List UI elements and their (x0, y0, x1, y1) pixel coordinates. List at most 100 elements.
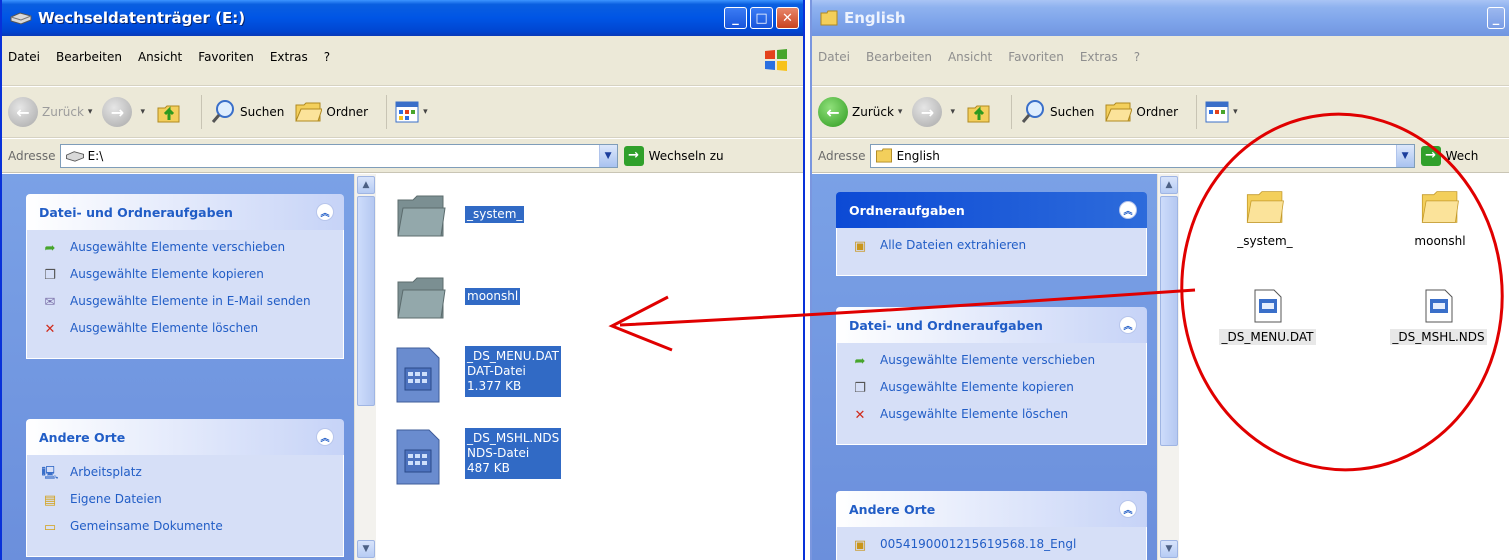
address-dropdown-button[interactable]: ▼ (1395, 144, 1414, 167)
menu-help[interactable]: ? (1134, 50, 1140, 64)
place-zip-archive[interactable]: ▣ 0054190001215619568.18_Engl (851, 537, 1136, 555)
scroll-up-button[interactable]: ▲ (1160, 176, 1178, 194)
folder-icon (1105, 102, 1133, 122)
file-item-system-folder[interactable]: _system_ (395, 192, 525, 240)
task-copy-items[interactable]: ❐ Ausgewählte Elemente kopieren (851, 380, 1136, 398)
views-button[interactable]: ▾ (395, 101, 428, 123)
close-button[interactable]: ✕ (776, 7, 799, 29)
file-size: 1.377 KB (467, 379, 522, 393)
place-my-computer[interactable]: 🖳 Arbeitsplatz (41, 465, 333, 483)
panel-title[interactable]: Ordneraufgaben ︽ (836, 192, 1147, 228)
address-input[interactable]: English ▼ (869, 143, 1415, 168)
search-button[interactable]: Suchen (1020, 99, 1094, 125)
menu-datei[interactable]: Datei (8, 50, 40, 64)
collapse-chevron-icon[interactable]: ︽ (1119, 201, 1137, 219)
folder-icon (397, 277, 446, 319)
file-type: NDS-Datei (467, 446, 530, 460)
file-item-system-folder[interactable]: _system_ (1220, 188, 1310, 248)
views-icon (1205, 101, 1229, 123)
scroll-down-button[interactable]: ▼ (1160, 540, 1178, 558)
address-input[interactable]: E:\ ▼ (59, 143, 618, 168)
address-dropdown-button[interactable]: ▼ (598, 144, 617, 167)
menu-ansicht[interactable]: Ansicht (138, 50, 182, 64)
collapse-chevron-icon[interactable]: ︽ (316, 428, 334, 446)
task-move-items[interactable]: ➦ Ausgewählte Elemente verschieben (41, 240, 333, 258)
menu-datei[interactable]: Datei (818, 50, 850, 64)
task-copy-items[interactable]: ❐ Ausgewählte Elemente kopieren (41, 267, 333, 285)
task-delete-items[interactable]: ✕ Ausgewählte Elemente löschen (41, 321, 333, 339)
file-item-ds-mshl-nds[interactable]: _DS_MSHL.NDS NDS-Datei 487 KB (395, 428, 562, 486)
task-pane-scrollbar[interactable]: ▲ ▼ (354, 174, 376, 560)
place-my-documents[interactable]: ▤ Eigene Dateien (41, 492, 333, 510)
back-button[interactable]: ← Zurück ▾ (818, 97, 902, 127)
forward-button[interactable]: → ▾ (912, 97, 955, 127)
back-button[interactable]: ← Zurück ▾ (8, 97, 92, 127)
panel-body: ▣ 0054190001215619568.18_Engl (836, 527, 1147, 560)
move-icon: ➦ (854, 354, 866, 370)
task-extract-all[interactable]: ▣ Alle Dateien extrahieren (851, 238, 1136, 256)
task-delete-items[interactable]: ✕ Ausgewählte Elemente löschen (851, 407, 1136, 425)
menu-favoriten[interactable]: Favoriten (198, 50, 254, 64)
task-pane: Ordneraufgaben ︽ ▣ Alle Dateien extrahiere… (812, 174, 1157, 560)
minimize-button[interactable]: _ (1487, 7, 1505, 29)
place-shared-documents[interactable]: ▭ Gemeinsame Dokumente (41, 519, 333, 537)
address-bar: Adresse E:\ ▼ → Wechseln zu (2, 139, 803, 173)
collapse-chevron-icon[interactable]: ︽ (1119, 500, 1137, 518)
up-folder-button[interactable] (965, 98, 993, 126)
delete-icon: ✕ (44, 322, 56, 338)
file-item-moonshl-folder[interactable]: moonshl (1395, 188, 1485, 248)
task-email-items[interactable]: ✉ Ausgewählte Elemente in E-Mail senden (41, 294, 333, 312)
panel-title[interactable]: Datei- und Ordneraufgaben ︽ (26, 194, 344, 230)
menu-ansicht[interactable]: Ansicht (948, 50, 992, 64)
window-title: Wechseldatenträger (E:) (38, 9, 246, 27)
panel-title[interactable]: Andere Orte ︽ (836, 491, 1147, 527)
file-name: _system_ (465, 206, 525, 223)
nds-file-icon (396, 429, 440, 485)
folder-icon (1421, 191, 1459, 223)
up-folder-button[interactable] (155, 98, 183, 126)
scroll-thumb[interactable] (357, 196, 375, 406)
collapse-chevron-icon[interactable]: ︽ (1119, 316, 1137, 334)
go-button[interactable]: → Wechseln zu (623, 145, 724, 166)
scroll-down-button[interactable]: ▼ (357, 540, 375, 558)
go-arrow-icon: → (623, 145, 644, 166)
menu-bearbeiten[interactable]: Bearbeiten (56, 50, 122, 64)
menu-extras[interactable]: Extras (1080, 50, 1118, 64)
file-item-ds-menu-dat[interactable]: _DS_MENU.DAT (1210, 289, 1325, 345)
file-item-ds-menu-dat[interactable]: _DS_MENU.DAT DAT-Datei 1.377 KB (395, 346, 562, 404)
task-pane: Datei- und Ordneraufgaben ︽ ➦ Ausgewählte … (2, 174, 354, 560)
file-name: _DS_MENU.DAT (1219, 329, 1316, 345)
scroll-up-button[interactable]: ▲ (357, 176, 375, 194)
collapse-chevron-icon[interactable]: ︽ (316, 203, 334, 221)
menu-bearbeiten[interactable]: Bearbeiten (866, 50, 932, 64)
minimize-button[interactable]: _ (724, 7, 747, 29)
folders-button[interactable]: Ordner (294, 100, 368, 124)
file-name: _DS_MENU.DAT (467, 349, 560, 363)
menu-help[interactable]: ? (324, 50, 330, 64)
panel-title[interactable]: Andere Orte ︽ (26, 419, 344, 455)
scroll-thumb[interactable] (1160, 196, 1178, 446)
task-move-items[interactable]: ➦ Ausgewählte Elemente verschieben (851, 353, 1136, 371)
title-bar[interactable]: Wechseldatenträger (E:) _ □ ✕ (2, 0, 803, 36)
panel-title[interactable]: Datei- und Ordneraufgaben ︽ (836, 307, 1147, 343)
go-button[interactable]: → Wech (1420, 145, 1478, 166)
file-item-moonshl-folder[interactable]: moonshl (395, 274, 521, 322)
maximize-button[interactable]: □ (750, 7, 773, 29)
dat-file-icon (396, 347, 440, 403)
menu-extras[interactable]: Extras (270, 50, 308, 64)
search-button[interactable]: Suchen (210, 99, 284, 125)
toolbar-separator (386, 95, 388, 129)
menu-favoriten[interactable]: Favoriten (1008, 50, 1064, 64)
title-bar[interactable]: English _ (812, 0, 1509, 36)
address-bar: Adresse English ▼ → Wech (812, 139, 1509, 173)
up-folder-icon (157, 105, 180, 123)
file-item-ds-mshl-nds[interactable]: _DS_MSHL.NDS (1376, 289, 1501, 345)
views-button[interactable]: ▾ (1205, 101, 1238, 123)
forward-button[interactable]: → ▾ (102, 97, 145, 127)
folders-button[interactable]: Ordner (1104, 100, 1178, 124)
move-icon: ➦ (44, 241, 56, 257)
documents-folder-icon: ▤ (43, 493, 57, 509)
task-pane-scrollbar[interactable]: ▲ ▼ (1157, 174, 1179, 560)
email-icon: ✉ (44, 295, 56, 311)
folder-icon (820, 10, 838, 26)
